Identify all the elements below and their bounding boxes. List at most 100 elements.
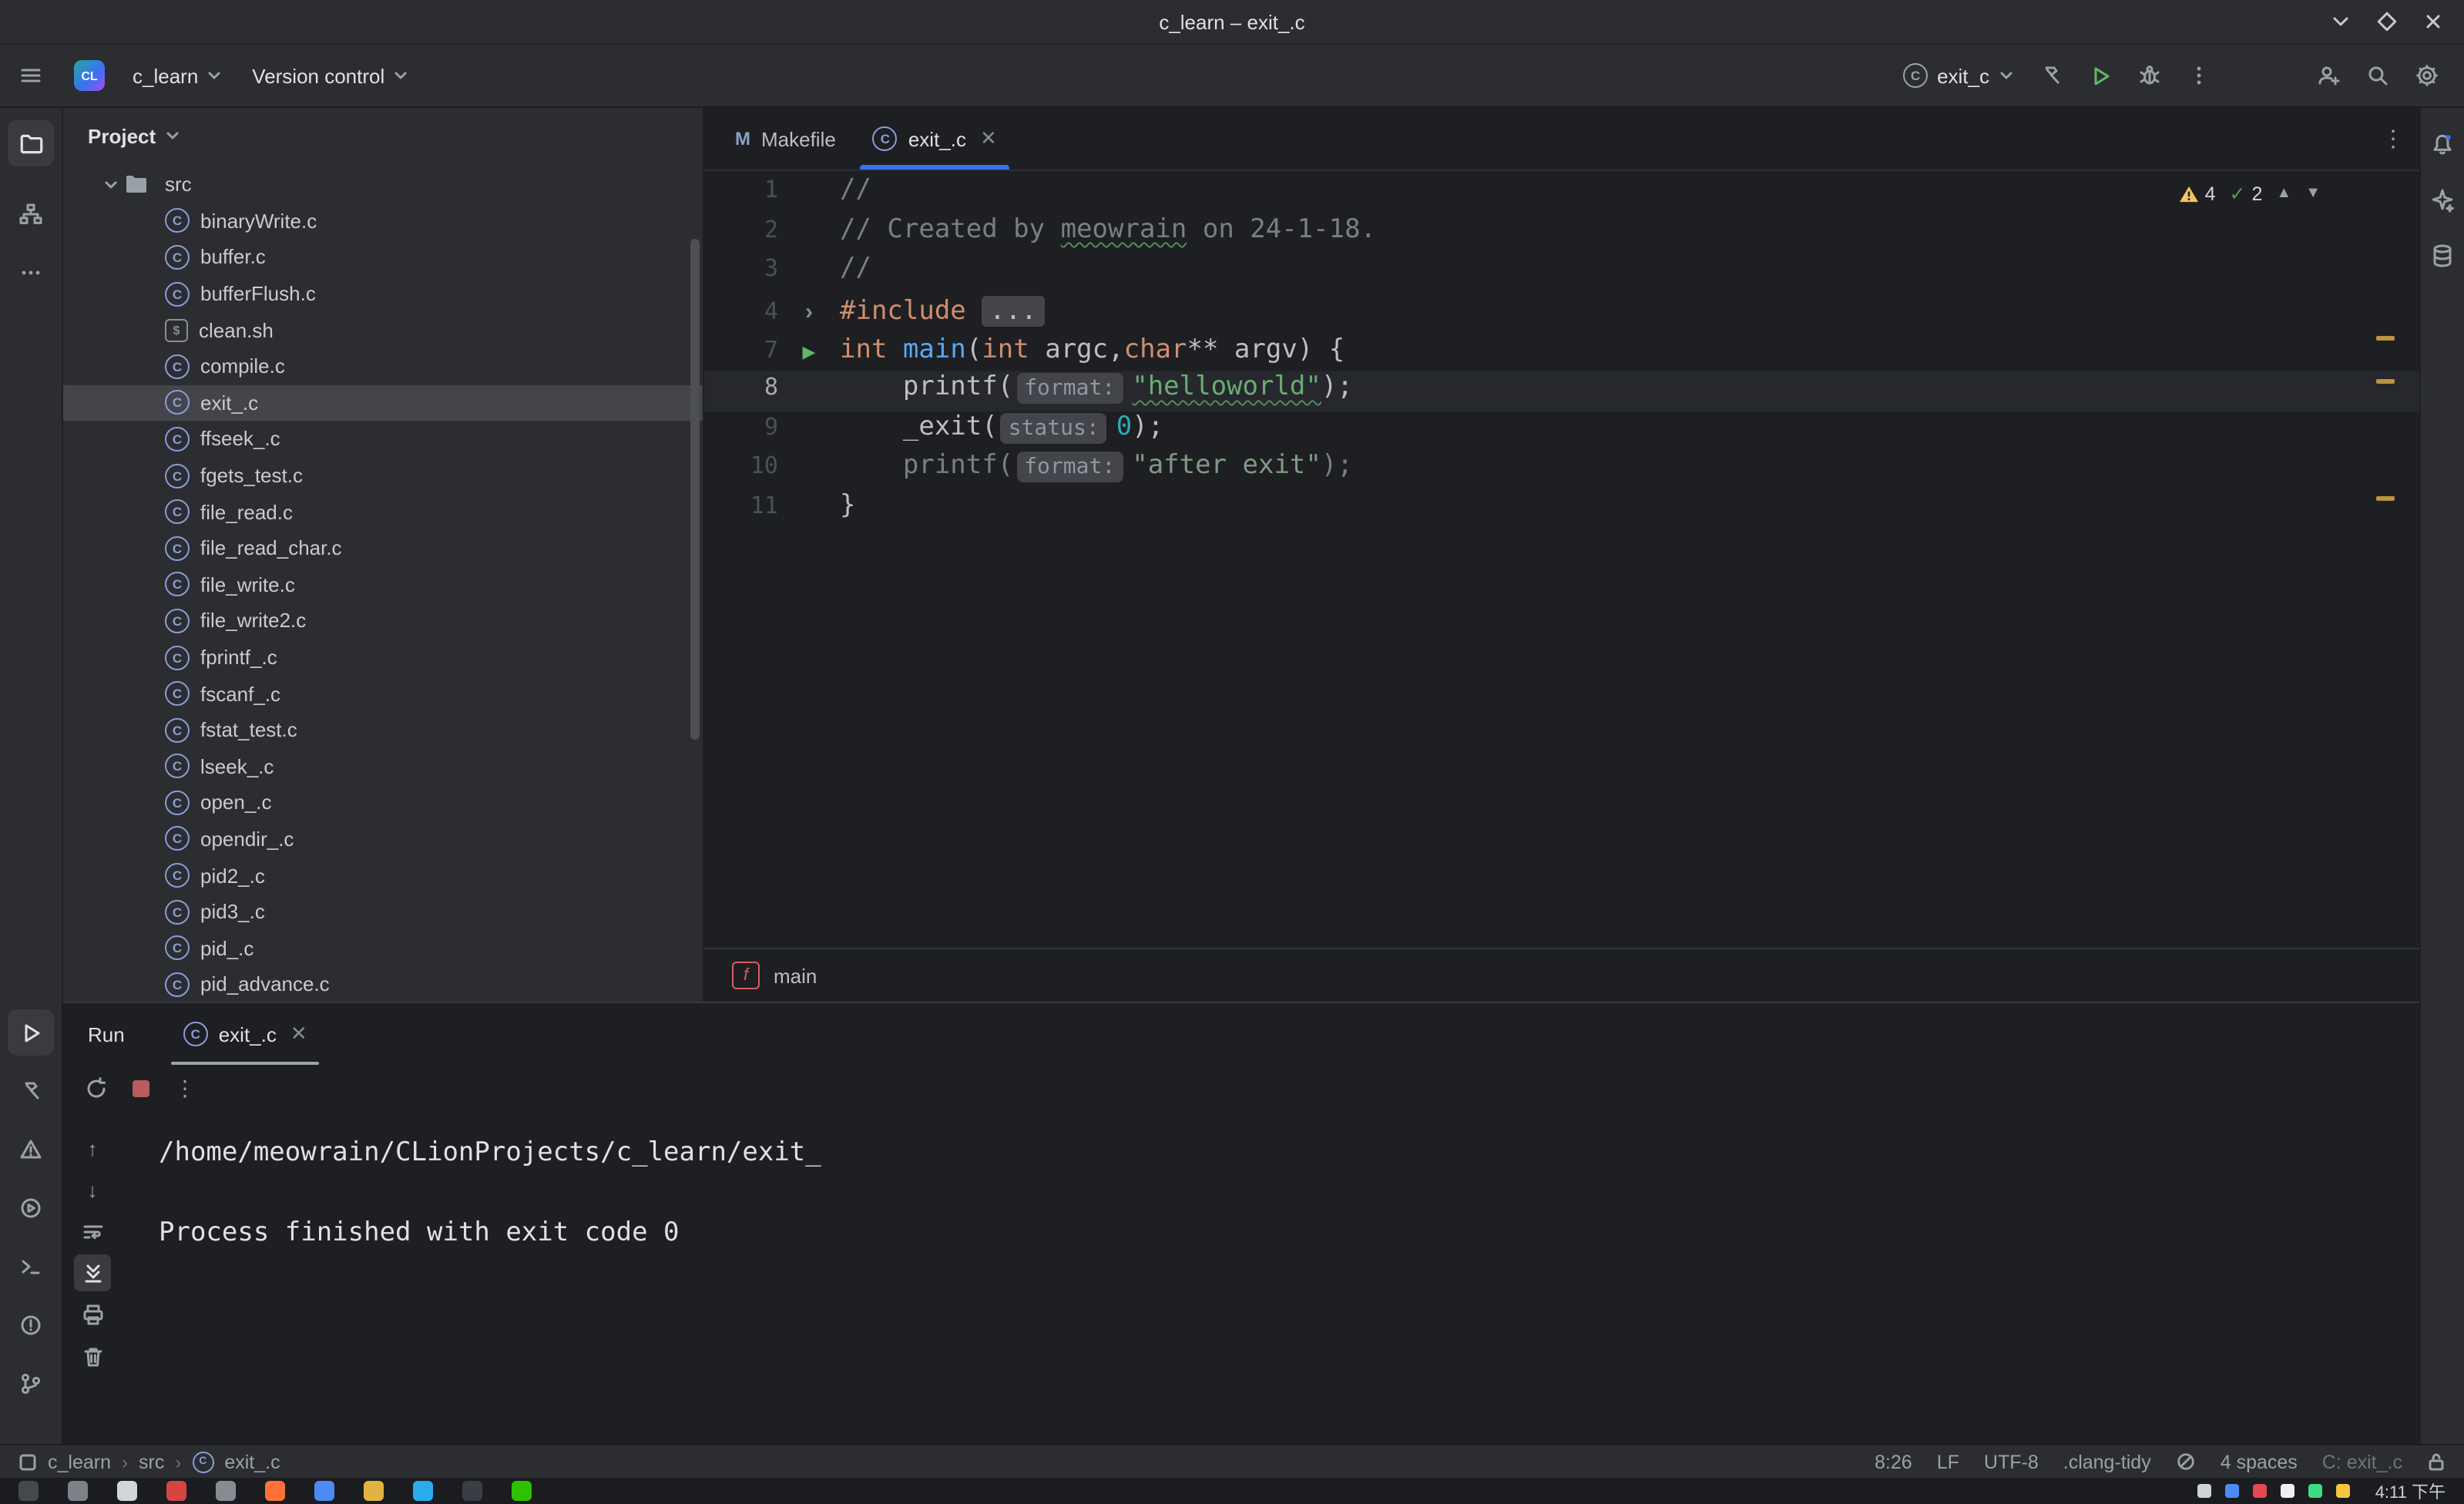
search-everywhere-button[interactable] xyxy=(2356,54,2399,97)
code-editor[interactable]: 1//2// Created by meowrain on 24-1-18.3/… xyxy=(704,171,2419,948)
taskbar-tray-1[interactable] xyxy=(2198,1484,2212,1498)
taskbar-app-menu[interactable] xyxy=(18,1481,39,1501)
up-stack-trace-button[interactable]: ↑ xyxy=(74,1130,111,1167)
breadcrumb-function[interactable]: main xyxy=(774,964,817,987)
taskbar-app-gray[interactable] xyxy=(216,1481,236,1501)
taskbar-app-yellow[interactable] xyxy=(364,1481,384,1501)
tool-vcs-button[interactable] xyxy=(8,1361,54,1407)
status-crumb-src[interactable]: src xyxy=(139,1451,164,1472)
tool-services-button[interactable] xyxy=(8,1185,54,1231)
run-more-button[interactable]: ⋮ xyxy=(174,1075,196,1101)
tab-close-icon[interactable]: ✕ xyxy=(980,126,997,151)
project-switcher[interactable]: c_learn xyxy=(120,58,233,93)
tree-item-fgets_test.c[interactable]: Cfgets_test.c xyxy=(63,458,703,494)
taskbar-app-telegram[interactable] xyxy=(413,1481,433,1501)
encoding-widget[interactable]: UTF-8 xyxy=(1984,1451,2039,1472)
tree-item-buffer.c[interactable]: Cbuffer.c xyxy=(63,239,703,275)
stripe-warning-mark[interactable] xyxy=(2376,336,2395,341)
taskbar-tray-3[interactable] xyxy=(2254,1484,2268,1498)
run-tab-close-icon[interactable]: ✕ xyxy=(290,1022,307,1046)
tree-item-ffseek_.c[interactable]: Cffseek_.c xyxy=(63,421,703,457)
tree-item-bufferFlush.c[interactable]: CbufferFlush.c xyxy=(63,276,703,312)
clear-all-button[interactable] xyxy=(74,1338,111,1375)
tree-item-opendir_.c[interactable]: Copendir_.c xyxy=(63,821,703,857)
run-config-selector[interactable]: C exit_c xyxy=(1894,57,2023,94)
close-button[interactable] xyxy=(2421,9,2446,34)
tool-problems-button[interactable] xyxy=(8,1126,54,1173)
project-panel-title[interactable]: Project xyxy=(88,124,156,147)
taskbar-app-editor[interactable] xyxy=(117,1481,137,1501)
tree-item-lseek_.c[interactable]: Clseek_.c xyxy=(63,748,703,784)
taskbar-tray-4[interactable] xyxy=(2281,1484,2295,1498)
taskbar-app-red[interactable] xyxy=(166,1481,186,1501)
tree-item-compile.c[interactable]: Ccompile.c xyxy=(63,348,703,384)
stripe-warning-mark[interactable] xyxy=(2376,496,2395,501)
taskbar-app-firefox[interactable] xyxy=(265,1481,285,1501)
build-button[interactable] xyxy=(2029,54,2073,97)
debug-button[interactable] xyxy=(2128,54,2171,97)
project-scrollbar[interactable] xyxy=(690,239,700,740)
toolbar-more-button[interactable] xyxy=(2177,54,2221,97)
main-menu-button[interactable] xyxy=(0,63,62,88)
tree-item-pid3_.c[interactable]: Cpid3_.c xyxy=(63,894,703,930)
taskbar-app-wechat[interactable] xyxy=(512,1481,532,1501)
tree-item-pid2_.c[interactable]: Cpid2_.c xyxy=(63,858,703,894)
taskbar-app-browser[interactable] xyxy=(314,1481,334,1501)
line-separator-widget[interactable]: LF xyxy=(1937,1451,1959,1472)
expanded-chevron-icon[interactable] xyxy=(103,177,119,193)
status-crumb-file[interactable]: exit_.c xyxy=(224,1451,280,1472)
tree-item-pid_advance.c[interactable]: Cpid_advance.c xyxy=(63,966,703,1002)
tool-terminal-button[interactable] xyxy=(8,1244,54,1290)
taskbar-app-files[interactable] xyxy=(68,1481,88,1501)
inspections-widget-icon[interactable] xyxy=(2176,1452,2196,1472)
down-stack-trace-button[interactable]: ↓ xyxy=(74,1171,111,1208)
tab-makefile[interactable]: M Makefile xyxy=(717,108,854,170)
tree-item-binaryWrite.c[interactable]: CbinaryWrite.c xyxy=(63,203,703,239)
database-button[interactable] xyxy=(2424,237,2461,274)
stripe-warning-mark[interactable] xyxy=(2376,379,2395,384)
notifications-button[interactable] xyxy=(2424,126,2461,163)
tree-item-file_read_char.c[interactable]: Cfile_read_char.c xyxy=(63,530,703,566)
run-button[interactable] xyxy=(2079,54,2122,97)
next-problem-button[interactable]: ▼ xyxy=(2305,185,2321,202)
taskbar-app-dark[interactable] xyxy=(462,1481,482,1501)
clang-tidy-widget[interactable]: .clang-tidy xyxy=(2063,1451,2151,1472)
tool-run-button[interactable] xyxy=(8,1009,54,1056)
maximize-button[interactable] xyxy=(2375,9,2399,34)
fold-gutter-icon[interactable]: › xyxy=(805,299,813,325)
taskbar-tray-6[interactable] xyxy=(2337,1484,2351,1498)
tree-folder-src[interactable]: src xyxy=(63,166,703,203)
rerun-button[interactable] xyxy=(85,1076,108,1099)
inspection-widget[interactable]: 4 ✓ 2 ▲ ▼ xyxy=(2179,182,2321,205)
minimize-button[interactable] xyxy=(2328,9,2353,34)
tree-item-fscanf_.c[interactable]: Cfscanf_.c xyxy=(63,676,703,712)
tree-item-file_read.c[interactable]: Cfile_read.c xyxy=(63,494,703,530)
tree-item-clean.sh[interactable]: $clean.sh xyxy=(63,312,703,348)
context-widget[interactable]: C: exit_.c xyxy=(2322,1451,2402,1472)
status-crumb-project[interactable]: c_learn xyxy=(48,1451,111,1472)
tree-item-file_write.c[interactable]: Cfile_write.c xyxy=(63,566,703,603)
run-tab-exit-c[interactable]: C exit_.c ✕ xyxy=(168,1003,323,1065)
taskbar-clock[interactable]: 4:11 下午 xyxy=(2375,1479,2446,1503)
tree-item-open_.c[interactable]: Copen_.c xyxy=(63,784,703,821)
run-gutter-icon[interactable]: ▶ xyxy=(803,344,816,363)
code-with-me-button[interactable] xyxy=(2307,54,2350,97)
stop-button[interactable] xyxy=(133,1079,149,1096)
soft-wrap-button[interactable] xyxy=(74,1213,111,1250)
scroll-to-end-button[interactable] xyxy=(74,1254,111,1291)
tool-structure-button[interactable] xyxy=(8,191,54,237)
tool-build-button[interactable] xyxy=(8,1068,54,1114)
warnings-count[interactable]: 4 xyxy=(2179,183,2216,204)
tool-notifications-button[interactable] xyxy=(8,1302,54,1348)
taskbar-tray-2[interactable] xyxy=(2226,1484,2240,1498)
settings-button[interactable] xyxy=(2405,54,2449,97)
tree-item-exit_.c[interactable]: Cexit_.c xyxy=(63,384,703,421)
editor-options-button[interactable]: ⋮ xyxy=(2367,108,2419,170)
print-button[interactable] xyxy=(74,1296,111,1333)
lock-icon[interactable] xyxy=(2427,1452,2446,1472)
passed-count[interactable]: ✓ 2 xyxy=(2230,182,2263,205)
run-output[interactable]: /home/meowrain/CLionProjects/c_learn/exi… xyxy=(122,1111,2419,1450)
caret-position-widget[interactable]: 8:26 xyxy=(1875,1451,1912,1472)
tree-item-fprintf_.c[interactable]: Cfprintf_.c xyxy=(63,639,703,675)
ai-assistant-button[interactable] xyxy=(2424,182,2461,219)
